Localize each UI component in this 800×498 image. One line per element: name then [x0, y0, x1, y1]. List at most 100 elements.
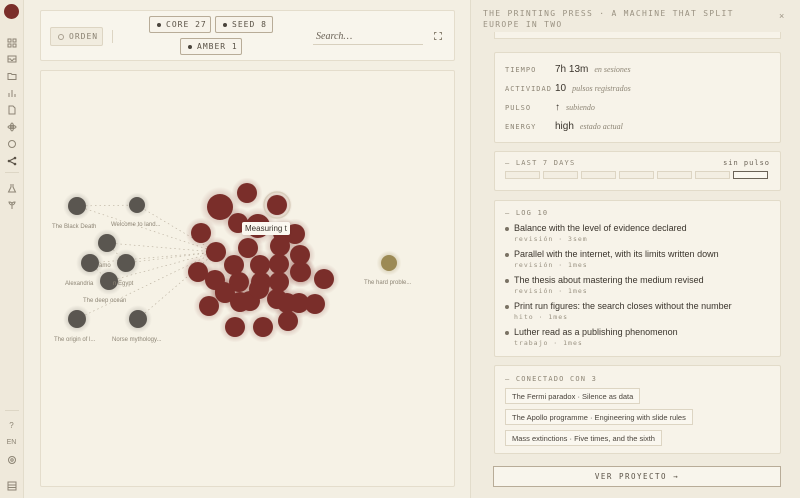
log-text: Print run figures: the search closes wit… [514, 301, 732, 311]
section-heading: — LOG 10 [505, 209, 549, 217]
node-label: Alexandria [65, 281, 94, 287]
share-graph-icon[interactable] [5, 154, 18, 167]
atom-icon[interactable] [5, 120, 18, 133]
connection-chip[interactable]: The Apollo programme · Engineering with … [505, 409, 693, 425]
chip-dot-icon [188, 44, 192, 49]
node-dot [237, 183, 257, 203]
core-node[interactable] [272, 305, 304, 337]
stat-row: ACTIVIDAD 10 pulsos registrados [505, 83, 631, 94]
rail-divider [5, 410, 19, 411]
log-text: Parallel with the internet, with its lim… [514, 249, 719, 259]
graph-canvas[interactable]: The Black Death Welcome to land... Alexa… [40, 70, 455, 487]
stat-value: high [555, 121, 574, 132]
log-card: — LOG 10 Balance with the level of evide… [494, 200, 781, 357]
stat-row: ENERGY high estado actual [505, 121, 623, 132]
node-dot [381, 255, 397, 271]
day-cell[interactable] [619, 171, 654, 179]
stat-sub: pulsos registrados [572, 84, 631, 93]
rail-divider [5, 172, 19, 173]
log-meta: trabajo · 1mes [514, 339, 583, 347]
panel-title: THE PRINTING PRESS · A MACHINE THAT SPLI… [483, 9, 734, 29]
node-dot [98, 234, 116, 252]
document-icon[interactable] [5, 103, 18, 116]
node-dot [291, 262, 311, 282]
radio-ring-icon [58, 33, 64, 40]
day-cell[interactable] [695, 171, 730, 179]
inbox-icon[interactable] [5, 52, 18, 65]
node-dot [129, 310, 147, 328]
core-node[interactable] [210, 277, 238, 305]
stat-key: PULSO [505, 104, 532, 112]
folder-icon[interactable] [5, 69, 18, 82]
graph-svg[interactable]: The Black Death Welcome to land... Alexa… [41, 71, 456, 488]
graph-nodes [63, 177, 402, 343]
node-label: Norse mythology... [112, 337, 162, 343]
connection-chip[interactable]: The Fermi paradox · Silence as data [505, 388, 641, 404]
node-dot [225, 317, 245, 337]
panel-toggle-icon[interactable] [5, 479, 18, 492]
bullet-icon [505, 305, 509, 309]
toolbar-divider [112, 30, 113, 43]
stat-sub: estado actual [579, 122, 623, 131]
left-rail: ? EN [0, 0, 24, 498]
chip-dot-icon [157, 22, 161, 27]
node-dot [215, 282, 233, 300]
day-cell-today[interactable] [733, 171, 768, 179]
stat-value: 7h 13m [555, 64, 589, 75]
settings-icon[interactable] [5, 453, 18, 466]
node-label: Welcome to land... [111, 222, 161, 228]
filter-chip-seed[interactable]: SEED 8 [215, 16, 273, 33]
filter-chip-amber[interactable]: AMBER 1 [180, 38, 242, 55]
grid-icon[interactable] [5, 36, 18, 49]
seed-node[interactable] [63, 305, 91, 333]
core-node[interactable] [243, 273, 275, 305]
log-meta: revisión · 1mes [514, 287, 588, 295]
section-heading: — CONECTADO CON 3 [505, 375, 598, 383]
stat-sub: subiendo [566, 103, 595, 112]
seed-node[interactable] [124, 305, 152, 333]
day-cell[interactable] [581, 171, 616, 179]
day-cell[interactable] [543, 171, 578, 179]
node-label: The hard proble... [364, 280, 412, 286]
chart-icon[interactable] [5, 86, 18, 99]
node-dot [305, 294, 325, 314]
core-node[interactable] [308, 263, 340, 295]
core-node[interactable] [219, 311, 251, 343]
node-dot [253, 317, 273, 337]
days-status: sin pulso [723, 159, 770, 167]
filter-chip-core[interactable]: CORE 27 [149, 16, 211, 33]
core-node[interactable] [231, 177, 263, 209]
stats-card: TIEMPO 7h 13m en sesiones ACTIVIDAD 10 p… [494, 52, 781, 143]
language-toggle[interactable]: EN [5, 436, 18, 449]
node-dot [68, 310, 86, 328]
connection-chip[interactable]: Mass extinctions · Five times, and the s… [505, 430, 662, 446]
day-strip [505, 171, 768, 179]
stat-key: ENERGY [505, 123, 537, 131]
close-icon[interactable]: × [779, 11, 784, 21]
bullet-icon [505, 227, 509, 231]
seedling-icon[interactable] [5, 198, 18, 211]
flask-icon[interactable] [5, 181, 18, 194]
node-dot [129, 197, 145, 213]
help-icon[interactable]: ? [5, 419, 18, 432]
node-label: n Egypt [113, 281, 134, 287]
expand-icon[interactable] [434, 32, 442, 40]
day-cell[interactable] [657, 171, 692, 179]
avatar[interactable] [4, 4, 19, 19]
amber-node[interactable] [376, 250, 402, 276]
log-text: Luther read as a publishing phenomenon [514, 327, 678, 337]
circle-icon[interactable] [5, 137, 18, 150]
node-dot [117, 254, 135, 272]
view-project-button[interactable]: VER PROYECTO → [493, 466, 781, 487]
bullet-icon [505, 253, 509, 257]
stat-key: TIEMPO [505, 66, 537, 74]
day-cell[interactable] [505, 171, 540, 179]
seed-node[interactable] [124, 192, 150, 218]
seed-node[interactable] [63, 192, 91, 220]
node-label: The deep ocean [83, 298, 126, 304]
graph-toolbar: ORDEN CORE 27 SEED 8 AMBER 1 [40, 10, 455, 61]
search-input[interactable] [313, 28, 423, 45]
order-button[interactable]: ORDEN [50, 27, 103, 46]
log-meta: hito · 1mes [514, 313, 569, 321]
stat-row: TIEMPO 7h 13m en sesiones [505, 64, 631, 75]
